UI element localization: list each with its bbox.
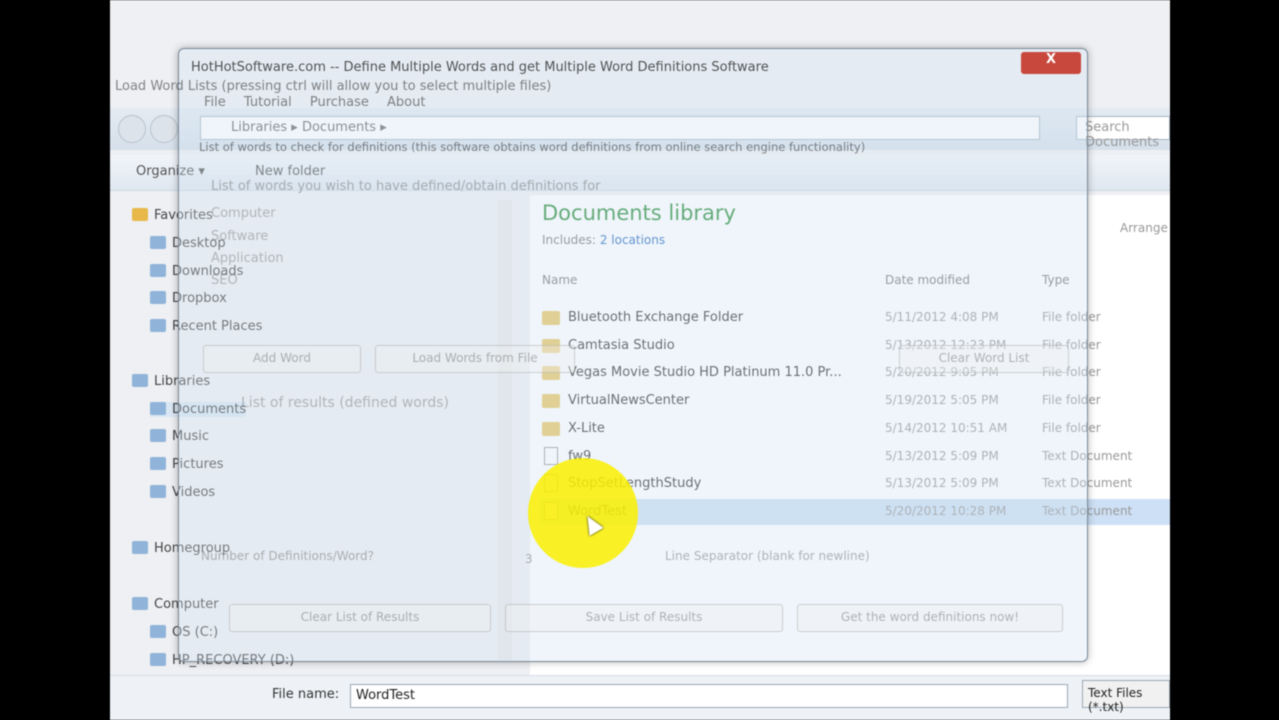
clear-word-list-button[interactable]: Clear Word List — [899, 345, 1069, 373]
downloads-icon — [150, 264, 166, 277]
word-item[interactable]: Application — [211, 251, 284, 266]
definitions-count-label: Number of Definitions/Word? — [201, 549, 375, 563]
back-button[interactable] — [118, 115, 146, 143]
load-words-button[interactable]: Load Words from File — [375, 345, 575, 373]
word-item[interactable]: Software — [211, 229, 268, 244]
definitions-count-input[interactable]: 3 — [525, 552, 533, 566]
videos-icon — [150, 485, 166, 498]
search-input[interactable]: Search Documents — [1076, 116, 1170, 150]
homegroup-icon — [132, 541, 148, 554]
star-icon — [132, 208, 148, 221]
dialog-title: Load Word Lists (pressing ctrl will allo… — [115, 79, 552, 94]
add-word-button[interactable]: Add Word — [203, 345, 361, 373]
drive-icon — [150, 653, 166, 666]
words-label: List of words you wish to have defined/o… — [211, 179, 601, 194]
file-type-select[interactable]: Text Files (*.txt) — [1082, 680, 1170, 714]
forward-button[interactable] — [150, 115, 178, 143]
dropbox-icon — [150, 291, 166, 304]
pictures-icon — [150, 457, 166, 470]
save-results-button[interactable]: Save List of Results — [505, 604, 783, 632]
app-window: HotHotSoftware.com -- Define Multiple Wo… — [115, 48, 1088, 662]
menu-file[interactable]: File — [204, 95, 226, 110]
file-name-label: File name: — [272, 687, 340, 702]
close-button[interactable]: X — [1021, 52, 1081, 74]
music-icon — [150, 429, 166, 442]
recent-places-icon — [150, 319, 166, 332]
word-item[interactable]: Computer — [211, 206, 276, 221]
libraries-icon — [132, 374, 148, 387]
clear-results-button[interactable]: Clear List of Results — [229, 604, 491, 632]
computer-icon — [132, 597, 148, 610]
app-title: HotHotSoftware.com -- Define Multiple Wo… — [191, 60, 769, 75]
screen: Libraries ▸ Documents ▸ Search Documents… — [110, 0, 1170, 720]
menu-tutorial[interactable]: Tutorial — [244, 95, 292, 110]
words-header: List of words to check for definitions (… — [199, 140, 866, 154]
desktop-icon — [150, 236, 166, 249]
click-highlight — [528, 458, 638, 568]
arrange-by[interactable]: Arrange — [1120, 221, 1168, 235]
drive-icon — [150, 625, 166, 638]
menu-about[interactable]: About — [387, 95, 425, 110]
menu-purchase[interactable]: Purchase — [310, 95, 369, 110]
word-item[interactable]: SEO — [211, 273, 238, 288]
line-separator-label: Line Separator (blank for newline) — [665, 549, 870, 563]
get-definitions-button[interactable]: Get the word definitions now! — [797, 604, 1063, 632]
results-label: List of results (defined words) — [241, 395, 449, 411]
file-name-input[interactable]: WordTest — [350, 684, 1068, 708]
documents-icon — [150, 402, 166, 415]
